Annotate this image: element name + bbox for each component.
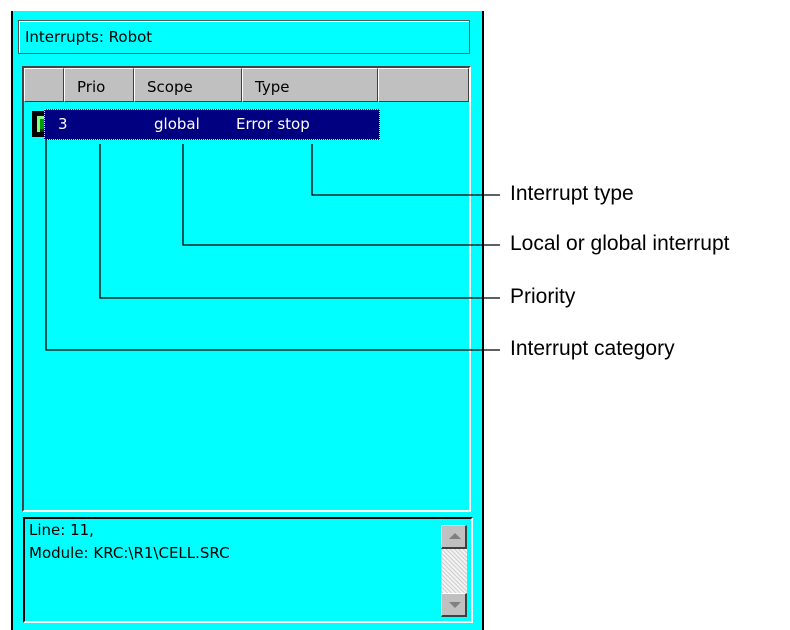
callout-category: Interrupt category [510,337,675,360]
callout-priority: Priority [510,285,576,308]
leader-line-prio [99,144,500,299]
callout-interrupt-type: Interrupt type [510,182,634,205]
callout-scope: Local or global interrupt [510,232,730,255]
leader-line-type [311,144,500,196]
leader-lines [45,139,500,351]
